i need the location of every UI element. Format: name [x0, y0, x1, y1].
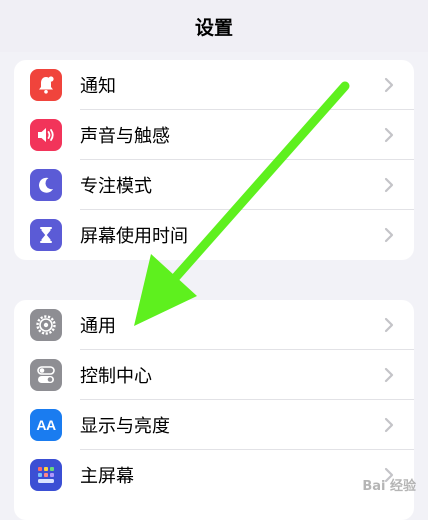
settings-row-label: 显示与亮度 [80, 416, 170, 437]
settings-row-label: 专注模式 [80, 176, 152, 197]
chevron-right-icon [384, 127, 394, 143]
chevron-right-icon [384, 417, 394, 433]
settings-row-screen-time[interactable]: 屏幕使用时间 [14, 210, 414, 260]
chevron-right-icon [384, 77, 394, 93]
bell-icon [30, 69, 62, 101]
settings-row-focus[interactable]: 专注模式 [14, 160, 414, 210]
settings-row-general[interactable]: 通用 [14, 300, 414, 350]
settings-row-label: 通用 [80, 316, 116, 337]
aa-icon: AA [30, 409, 62, 441]
moon-icon [30, 169, 62, 201]
settings-row-control-center[interactable]: 控制中心 [14, 350, 414, 400]
page-title-text: 设置 [194, 16, 233, 39]
toggles-icon [30, 359, 62, 391]
watermark: Bai 经验 [362, 479, 416, 494]
settings-row-label: 通知 [80, 76, 116, 97]
settings-row-sounds-haptics[interactable]: 声音与触感 [14, 110, 414, 160]
page-title: 设置 [0, 0, 428, 52]
settings-row-home-screen[interactable]: 主屏幕 [14, 450, 414, 500]
settings-group-1: 通知 声音与触感 专注模式 屏幕使用时间 [14, 60, 414, 260]
settings-row-label: 声音与触感 [80, 126, 170, 147]
settings-row-display-brightness[interactable]: AA 显示与亮度 [14, 400, 414, 450]
chevron-right-icon [384, 227, 394, 243]
home-grid-icon [30, 459, 62, 491]
settings-row-label: 控制中心 [80, 366, 152, 387]
settings-row-label: 主屏幕 [80, 466, 134, 487]
gear-icon [30, 309, 62, 341]
settings-row-label: 屏幕使用时间 [80, 226, 188, 247]
chevron-right-icon [384, 367, 394, 383]
speaker-icon [30, 119, 62, 151]
chevron-right-icon [384, 177, 394, 193]
chevron-right-icon [384, 317, 394, 333]
settings-group-2: 通用 控制中心 AA 显示与亮度 主屏幕 [14, 300, 414, 520]
hourglass-icon [30, 219, 62, 251]
aa-icon-text: AA [36, 417, 56, 433]
settings-row-notifications[interactable]: 通知 [14, 60, 414, 110]
